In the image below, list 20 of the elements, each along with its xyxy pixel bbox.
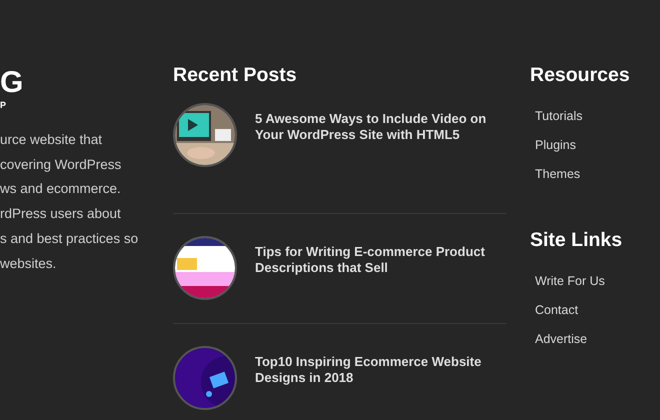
post-title-link[interactable]: 5 Awesome Ways to Include Video on Your WordPress Site with HTML5	[255, 103, 506, 213]
footer-link[interactable]: Themes	[535, 165, 630, 183]
footer-link[interactable]: Contact	[535, 301, 630, 319]
description-line: websites.	[0, 254, 58, 273]
description-line: urce website that	[0, 131, 104, 149]
logo-mark: G	[0, 68, 24, 98]
footer-link[interactable]: Plugins	[535, 136, 630, 154]
logo-tagline: P	[0, 100, 8, 110]
section-heading: Site Links	[530, 229, 624, 252]
description-line: ws and ecommerce.	[0, 180, 122, 198]
description-line: s and best practices so	[0, 230, 140, 248]
post-title-link[interactable]: Tips for Writing E-commerce Product Descriptions that Sell	[255, 236, 506, 323]
description-line: covering WordPress	[0, 156, 122, 174]
post-title-link[interactable]: Top10 Inspiring Ecommerce Website Designs in 2018	[255, 346, 506, 420]
footer-link[interactable]: Tutorials	[535, 107, 630, 125]
footer-link[interactable]: Write For Us	[535, 272, 630, 290]
description-line: rdPress users about	[0, 205, 122, 224]
section-heading: Recent Posts	[173, 64, 298, 87]
section-heading: Resources	[530, 64, 630, 87]
footer-link[interactable]: Advertise	[535, 330, 630, 348]
